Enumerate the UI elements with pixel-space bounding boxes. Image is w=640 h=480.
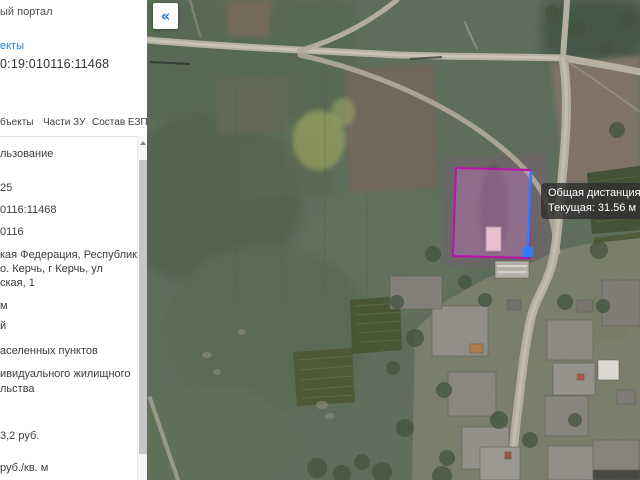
info-line-address-3: ская, 1	[0, 277, 35, 289]
parcel-info-panel: льзование 25 0116:11468 0116 кая Федерац…	[0, 137, 137, 480]
cadastral-portal-screen: « Общая дистанция: 31 Текущая: 31.56 м ы…	[0, 0, 640, 480]
info-line-permitted-use-1: ивидуального жилищного	[0, 368, 131, 380]
info-line-area: м	[0, 300, 8, 312]
info-line-land-category: аселенных пунктов	[0, 345, 98, 357]
sidebar-collapse-button[interactable]: «	[153, 3, 178, 29]
satellite-imagery	[147, 0, 640, 480]
info-line-address-1: кая Федерация, Республика	[0, 249, 137, 261]
info-line-date: 25	[0, 182, 13, 194]
measure-current-distance: Текущая: 31.56 м	[548, 202, 637, 214]
info-line-address-2: о. Керчь, г Керчь, ул	[0, 263, 103, 275]
imagery-noise	[147, 0, 640, 480]
tab-bar: бъекты Части ЗУ Состав ЕЗП	[0, 110, 148, 137]
portal-title: ый портал	[0, 6, 53, 18]
satellite-map[interactable]	[147, 0, 640, 480]
info-line-quarter-number: 0116	[0, 226, 24, 238]
back-to-objects-link[interactable]: екты	[0, 40, 24, 52]
info-line-unit-price: руб./кв. м	[0, 462, 49, 474]
parcel-building	[485, 226, 502, 252]
scroll-up-icon[interactable]	[138, 136, 148, 150]
measure-tooltip: Общая дистанция: 31 Текущая: 31.56 м	[541, 183, 640, 219]
scrollbar-thumb[interactable]	[139, 160, 147, 454]
info-line-cadastral-number: 0116:11468	[0, 204, 57, 216]
info-line-status: й	[0, 320, 7, 332]
panel-scrollbar[interactable]	[137, 136, 147, 480]
measure-endpoint-marker[interactable]	[523, 247, 533, 257]
info-line-permitted-use-2: льства	[0, 383, 35, 395]
measure-total-distance: Общая дистанция: 31	[548, 187, 640, 199]
cadastral-number-title: 0:19:010116:11468	[0, 57, 110, 71]
tab-parcel-parts[interactable]: Части ЗУ	[43, 117, 85, 128]
tab-objects[interactable]: бъекты	[0, 117, 33, 128]
tab-ezp-composition[interactable]: Состав ЕЗП	[92, 117, 148, 128]
info-line-cadastral-value: 3,2 руб.	[0, 430, 40, 442]
info-line-land-use: льзование	[0, 148, 54, 160]
info-sidebar: ый портал екты 0:19:010116:11468 бъекты …	[0, 0, 148, 480]
